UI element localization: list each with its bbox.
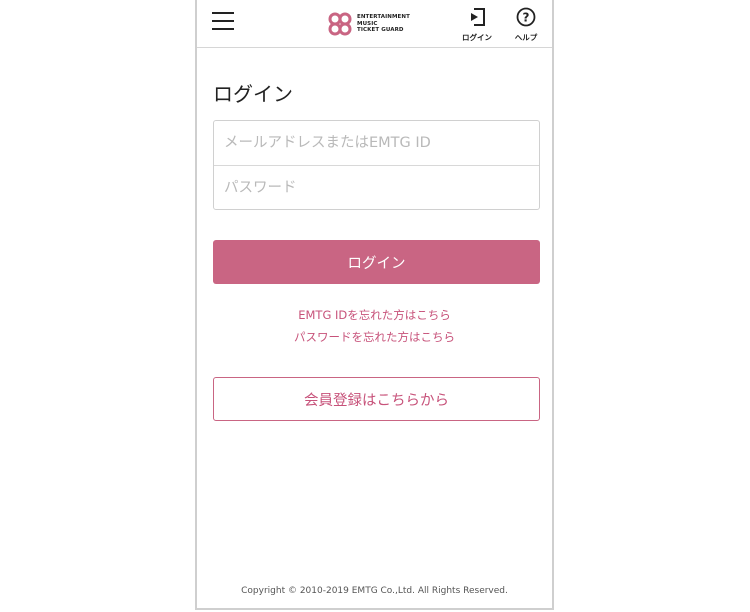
svg-text:?: ? xyxy=(523,11,530,25)
logo-line-1: ENTERTAINMENT xyxy=(357,14,410,21)
header-help-label: ヘルプ xyxy=(514,33,538,42)
header-help-button[interactable]: ? ヘルプ xyxy=(506,7,546,43)
page-title: ログイン xyxy=(213,82,293,106)
emtg-logo-icon xyxy=(328,12,352,36)
brand-logo[interactable]: ENTERTAINMENT MUSIC TICKET GUARD xyxy=(327,10,410,38)
login-form xyxy=(213,120,540,210)
forgot-password-link[interactable]: パスワードを忘れた方はこちら xyxy=(197,329,552,345)
hamburger-menu-icon[interactable] xyxy=(212,12,234,34)
password-input[interactable] xyxy=(214,166,539,210)
header-login-label: ログイン xyxy=(462,33,492,42)
email-input[interactable] xyxy=(214,121,539,165)
header: ENTERTAINMENT MUSIC TICKET GUARD ログイン ? … xyxy=(197,0,552,48)
logo-text: ENTERTAINMENT MUSIC TICKET GUARD xyxy=(357,14,410,34)
login-button[interactable]: ログイン xyxy=(213,240,540,284)
header-login-button[interactable]: ログイン xyxy=(457,7,497,43)
help-icon: ? xyxy=(516,7,536,27)
register-button[interactable]: 会員登録はこちらから xyxy=(213,377,540,421)
phone-frame: ENTERTAINMENT MUSIC TICKET GUARD ログイン ? … xyxy=(195,0,554,610)
copyright-text: Copyright © 2010-2019 EMTG Co.,Ltd. All … xyxy=(241,586,508,596)
logo-line-3: TICKET GUARD xyxy=(357,27,404,34)
login-icon xyxy=(471,8,485,26)
forgot-id-link[interactable]: EMTG IDを忘れた方はこちら xyxy=(197,307,552,323)
